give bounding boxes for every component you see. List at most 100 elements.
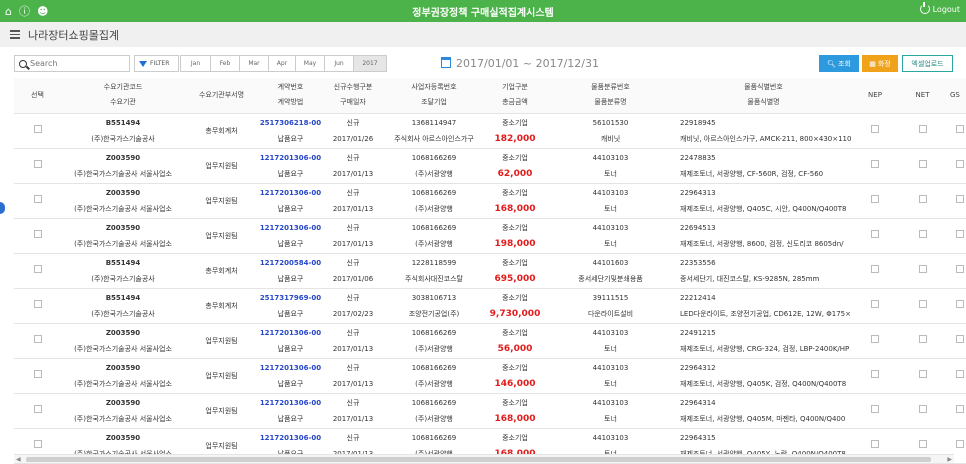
logout-button[interactable]: Logout — [919, 2, 960, 14]
column-header[interactable]: 계약번호 계약방법 — [258, 78, 323, 114]
search-button[interactable]: 🔍︎ 조회 — [819, 55, 859, 72]
row-checkbox[interactable] — [918, 334, 927, 343]
column-header-bottom: 조달기업 — [421, 98, 447, 107]
row-checkbox[interactable] — [33, 159, 42, 168]
row-checkbox[interactable] — [871, 124, 879, 133]
contract-number-link[interactable]: 2517317969-00 — [258, 290, 323, 306]
contract-number-link[interactable]: 1217201306-00 — [258, 220, 323, 236]
column-header[interactable]: 선택 — [14, 78, 61, 114]
period-month-1[interactable]: Jan — [180, 55, 211, 72]
row-checkbox[interactable] — [871, 194, 879, 203]
row-checkbox[interactable] — [871, 299, 879, 308]
item-number: 22964314 — [680, 398, 716, 407]
item-number: 22353556 — [680, 258, 716, 267]
column-header[interactable]: 기업구분 총금금액 — [485, 78, 545, 114]
period-month-5[interactable]: May — [295, 55, 325, 72]
row-checkbox[interactable] — [871, 264, 879, 273]
row-checkbox[interactable] — [871, 229, 879, 238]
column-header[interactable]: 물품분류번호 물품분류명 — [545, 78, 676, 114]
row-checkbox[interactable] — [918, 124, 927, 133]
column-header[interactable]: 수요기관코드 수요기관 — [61, 78, 185, 114]
table-row[interactable]: Z003590 (주)한국가스기술공사 서울사업소 업무지원팀 1217201306-… — [14, 393, 966, 429]
row-checkbox[interactable] — [956, 229, 964, 238]
table-row[interactable]: Z003590 (주)한국가스기술공사 서울사업소 업무지원팀 1217201306-… — [14, 148, 966, 184]
contract-number-link[interactable]: 2517306218-00 — [258, 115, 323, 131]
contract-number-link[interactable]: 1217201306-00 — [258, 395, 323, 411]
row-checkbox[interactable] — [33, 194, 42, 203]
horizontal-scrollbar[interactable]: ◀ ▶ — [14, 454, 954, 463]
row-checkbox[interactable] — [956, 299, 964, 308]
column-header[interactable]: 물품식별번호 물품식별명 — [676, 78, 851, 114]
row-checkbox[interactable] — [33, 369, 42, 378]
row-checkbox[interactable] — [956, 194, 964, 203]
row-checkbox[interactable] — [956, 124, 964, 133]
table-row[interactable]: Z003590 (주)한국가스기술공사 서울사업소 업무지원팀 1217201306-… — [14, 183, 966, 219]
period-month-2[interactable]: Feb — [210, 55, 240, 72]
table-row[interactable]: Z003590 (주)한국가스기술공사 서울사업소 업무지원팀 1217201306-… — [14, 323, 966, 359]
period-month-4[interactable]: Apr — [268, 55, 296, 72]
date-range[interactable]: 2017/01/01 ~ 2017/12/31 — [456, 55, 599, 72]
period-year[interactable]: 2017 — [353, 55, 387, 72]
row-checkbox[interactable] — [33, 334, 42, 343]
new-type: 신규 — [346, 258, 360, 267]
side-handle[interactable] — [0, 202, 5, 214]
period-month-3[interactable]: Mar — [239, 55, 269, 72]
row-checkbox[interactable] — [918, 159, 927, 168]
search-input[interactable] — [30, 59, 120, 68]
scroll-left-arrow-icon[interactable]: ◀ — [16, 456, 21, 463]
row-checkbox[interactable] — [33, 264, 42, 273]
row-checkbox[interactable] — [918, 194, 927, 203]
menu-icon[interactable] — [10, 30, 20, 39]
calendar-icon[interactable] — [441, 57, 451, 68]
row-checkbox[interactable] — [33, 124, 42, 133]
column-header[interactable]: NEP — [851, 78, 899, 114]
column-header[interactable]: 수요기관부서명 — [185, 78, 258, 114]
row-checkbox[interactable] — [956, 334, 964, 343]
excel-upload-button[interactable]: 엑셀업로드 — [902, 55, 953, 72]
users-icon[interactable]: ☻ — [37, 6, 48, 17]
row-checkbox[interactable] — [918, 264, 927, 273]
row-checkbox[interactable] — [871, 159, 879, 168]
row-checkbox[interactable] — [33, 229, 42, 238]
row-checkbox[interactable] — [918, 404, 927, 413]
table-row[interactable]: B551494 (주)한국가스기술공사 총무회계처 2517317969-00 납품요구… — [14, 288, 966, 324]
row-checkbox[interactable] — [871, 439, 879, 448]
search-box[interactable] — [14, 55, 130, 72]
row-checkbox[interactable] — [871, 334, 879, 343]
row-checkbox[interactable] — [918, 299, 927, 308]
row-checkbox[interactable] — [918, 369, 927, 378]
row-checkbox[interactable] — [918, 229, 927, 238]
reset-button[interactable]: ▦ 화정 — [862, 55, 898, 72]
table-row[interactable]: B551494 (주)한국가스기술공사 총무회계처 2517306218-00 납품요구… — [14, 113, 966, 149]
row-checkbox[interactable] — [33, 404, 42, 413]
period-month-6[interactable]: Jun — [324, 55, 354, 72]
column-header[interactable]: GS — [946, 78, 966, 114]
table-row[interactable]: Z003590 (주)한국가스기술공사 서울사업소 업무지원팀 1217201306-… — [14, 358, 966, 394]
row-checkbox[interactable] — [33, 439, 42, 448]
scroll-right-arrow-icon[interactable]: ▶ — [947, 456, 952, 463]
row-checkbox[interactable] — [956, 369, 964, 378]
column-header[interactable]: 사업자등록번호 조달기업 — [383, 78, 485, 114]
info-icon[interactable]: ⓘ — [19, 6, 30, 17]
filter-button[interactable]: FILTER — [134, 55, 179, 72]
contract-number-link[interactable]: 1217201306-00 — [258, 430, 323, 446]
row-checkbox[interactable] — [918, 439, 927, 448]
row-checkbox[interactable] — [956, 439, 964, 448]
row-checkbox[interactable] — [956, 264, 964, 273]
home-icon[interactable]: ⌂ — [5, 6, 12, 17]
contract-number-link[interactable]: 1217201306-00 — [258, 360, 323, 376]
contract-number-link[interactable]: 1217201306-00 — [258, 185, 323, 201]
scrollbar-thumb[interactable] — [26, 457, 931, 462]
contract-number-link[interactable]: 1217201306-00 — [258, 325, 323, 341]
row-checkbox[interactable] — [956, 159, 964, 168]
row-checkbox[interactable] — [956, 404, 964, 413]
row-checkbox[interactable] — [871, 369, 879, 378]
row-checkbox[interactable] — [871, 404, 879, 413]
contract-number-link[interactable]: 1217200584-00 — [258, 255, 323, 271]
column-header[interactable]: 신규수행구분 구매일자 — [323, 78, 383, 114]
table-row[interactable]: Z003590 (주)한국가스기술공사 서울사업소 업무지원팀 1217201306-… — [14, 218, 966, 254]
table-row[interactable]: B551494 (주)한국가스기술공사 총무회계처 1217200584-00 납품요구… — [14, 253, 966, 289]
column-header[interactable]: NET — [899, 78, 946, 114]
row-checkbox[interactable] — [33, 299, 42, 308]
contract-number-link[interactable]: 1217201306-00 — [258, 150, 323, 166]
